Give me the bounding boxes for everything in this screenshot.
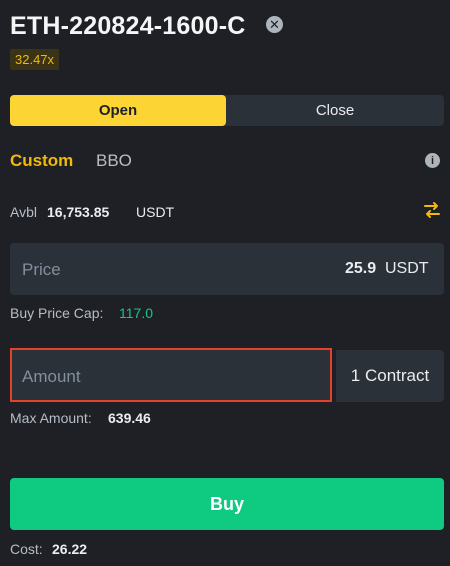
- contract-unit-selector[interactable]: 1 Contract: [336, 350, 444, 402]
- available-balance-value: 16,753.85: [47, 204, 110, 220]
- buy-price-cap-value: 117.0: [119, 305, 153, 321]
- info-icon[interactable]: i: [425, 153, 440, 168]
- available-balance-label: Avbl: [10, 204, 37, 220]
- contract-symbol-title: ETH-220824-1600-C: [10, 12, 246, 40]
- close-circle-icon[interactable]: ✕: [266, 16, 283, 33]
- amount-placeholder: Amount: [22, 367, 81, 386]
- max-amount-value: 639.46: [108, 410, 151, 426]
- leverage-badge: 32.47x: [10, 49, 60, 70]
- tab-bbo[interactable]: BBO: [96, 151, 132, 171]
- price-label: Price: [22, 260, 61, 279]
- price-unit: USDT: [385, 260, 429, 277]
- price-input[interactable]: [10, 243, 444, 295]
- cost-label: Cost:: [10, 541, 43, 557]
- available-balance-unit: USDT: [136, 204, 175, 220]
- buy-price-cap-label: Buy Price Cap:: [10, 305, 104, 321]
- cost-value: 26.22: [52, 541, 88, 557]
- open-close-toggle: Open Close: [10, 95, 444, 126]
- swap-arrows-icon[interactable]: [422, 200, 442, 220]
- max-amount-label: Max Amount:: [10, 410, 92, 426]
- close-tab[interactable]: Close: [226, 95, 444, 126]
- tab-custom[interactable]: Custom: [10, 151, 73, 171]
- price-value[interactable]: 25.9: [345, 260, 376, 278]
- open-tab[interactable]: Open: [10, 95, 226, 126]
- buy-button[interactable]: Buy: [10, 478, 444, 530]
